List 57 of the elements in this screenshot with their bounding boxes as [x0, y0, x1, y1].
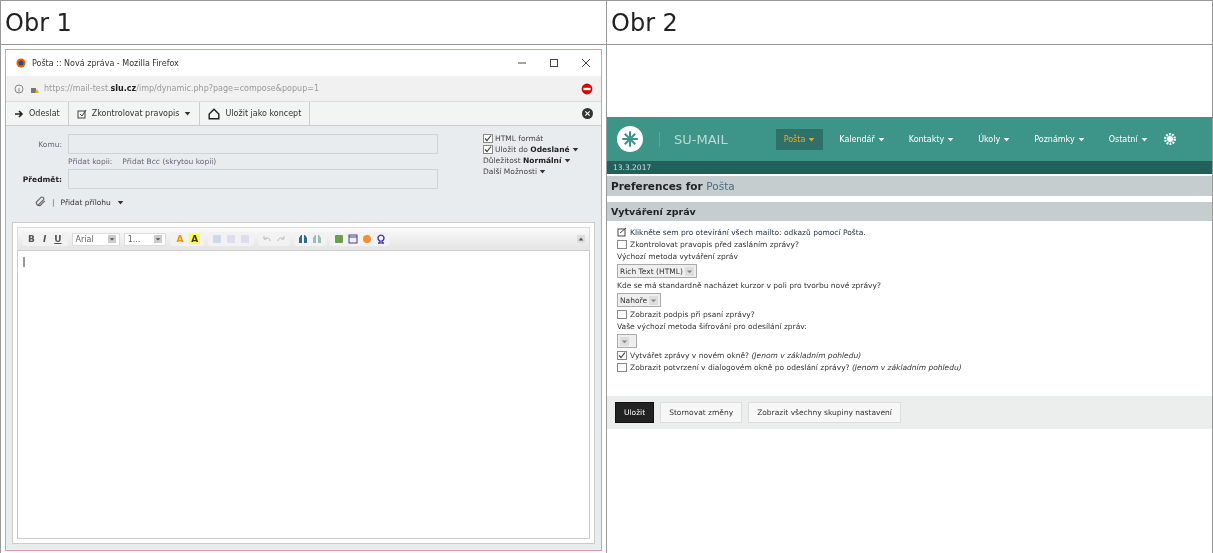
maximize-icon — [549, 58, 559, 68]
logo-icon — [617, 126, 643, 152]
paperclip-icon — [34, 196, 46, 208]
checkbox[interactable] — [617, 363, 627, 372]
nav-menu-item[interactable]: Úkoly — [970, 128, 1019, 150]
caret-icon — [947, 135, 955, 143]
caret-icon — [539, 168, 547, 175]
format-button[interactable]: I — [40, 234, 49, 244]
caret-icon — [808, 135, 816, 143]
caret-icon — [1003, 135, 1011, 143]
subject-field[interactable] — [68, 169, 438, 189]
caret-icon — [877, 135, 885, 143]
omega-icon — [376, 234, 387, 244]
checkbox[interactable] — [483, 145, 493, 154]
caret-icon — [684, 266, 694, 276]
caret-icon — [649, 295, 659, 305]
size-select[interactable]: 1... — [123, 232, 167, 246]
table-icon — [348, 234, 359, 244]
caret-icon — [184, 110, 192, 117]
format-button[interactable]: U — [52, 234, 64, 244]
settings-icon — [1163, 133, 1176, 145]
stop-sign-icon — [581, 82, 593, 95]
checkbox[interactable] — [483, 134, 493, 143]
caret-icon — [1077, 135, 1085, 143]
redo-icon — [276, 234, 287, 244]
caret-icon — [116, 198, 124, 206]
browser-logo-icon — [16, 58, 26, 68]
column-header: Obr 2 — [607, 1, 1213, 45]
recipient-field[interactable] — [68, 134, 438, 154]
info-icon — [14, 83, 24, 94]
text-cursor — [23, 257, 25, 267]
section-heading: Vytváření zpráv — [607, 202, 1212, 221]
window-title: Pošta :: Nová zpráva - Mozilla Firefox — [32, 58, 180, 68]
nav-menu-item[interactable]: Poznámky — [1026, 128, 1093, 150]
caret-icon — [107, 235, 116, 243]
format-button[interactable]: B — [26, 234, 37, 244]
undo-icon — [262, 234, 273, 244]
checkbox-pencil-icon — [617, 227, 627, 237]
nav-menu-item[interactable]: Kalendář — [831, 128, 893, 150]
checkbox[interactable] — [617, 240, 627, 249]
close-icon — [581, 58, 591, 68]
page-heading: Preferences for Pošta — [607, 176, 1212, 196]
arrow-right-icon — [14, 108, 24, 119]
caret-icon — [1140, 135, 1148, 143]
caret-icon — [620, 336, 629, 346]
highlight-button[interactable]: A — [189, 234, 201, 244]
caret-icon — [154, 235, 163, 243]
resize-icon — [577, 235, 585, 243]
nav-menu-item[interactable]: Kontakty — [900, 128, 963, 150]
checkbox-pencil-icon — [76, 108, 87, 119]
brand-name: SU-MAIL — [659, 131, 748, 147]
checkbox[interactable] — [617, 351, 627, 360]
nav-menu-item[interactable]: Ostatní — [1100, 128, 1156, 150]
checkbox[interactable] — [617, 310, 627, 319]
close-icon — [582, 108, 593, 119]
column-header: Obr 1 — [1, 1, 607, 45]
font-select[interactable]: Arial — [71, 232, 120, 246]
